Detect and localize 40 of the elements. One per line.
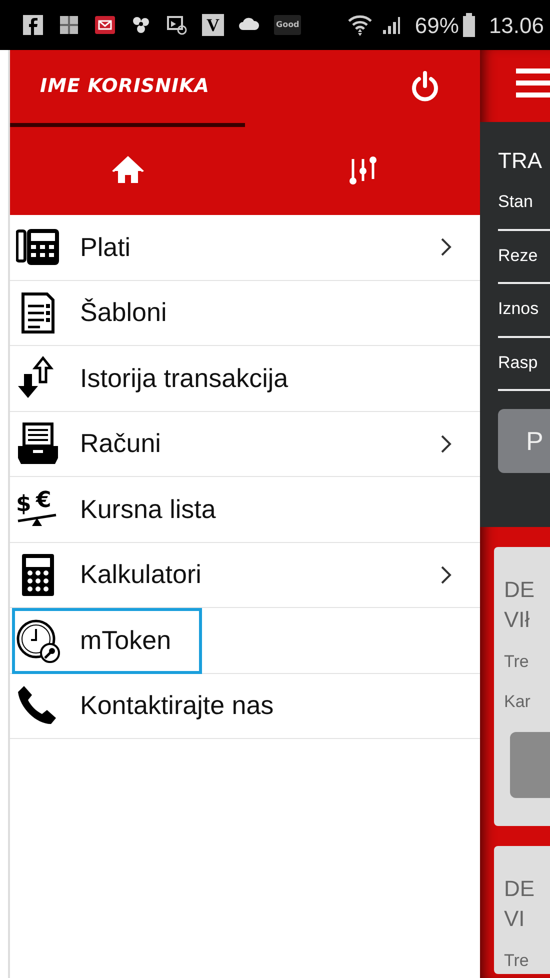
- menu-label: Plati: [80, 230, 132, 264]
- menu-label: mToken: [80, 624, 172, 658]
- menu-item[interactable]: mToken: [12, 608, 202, 674]
- battery-icon: [462, 13, 475, 37]
- email-icon: [166, 14, 188, 36]
- battery-percentage: 69%: [414, 12, 459, 40]
- picture-icon: [58, 14, 80, 36]
- menu-item[interactable]: Kalkulatori: [10, 542, 480, 608]
- signal-icon: [380, 14, 401, 36]
- field-label: Stan: [498, 177, 550, 230]
- facebook-icon: [22, 14, 44, 36]
- file-drawer-icon: [16, 422, 60, 466]
- letter-icon: V: [202, 14, 224, 36]
- flower-icon: [130, 14, 152, 36]
- panel-title: TRA: [498, 147, 543, 175]
- menu-item[interactable]: Kontaktirajte nas: [10, 674, 480, 739]
- card-title: DE VIł: [504, 576, 536, 634]
- power-button[interactable]: [410, 70, 440, 102]
- field-label: Rasp: [498, 338, 550, 391]
- clock-key-icon: [16, 618, 60, 663]
- menu-label: Šabloni: [80, 296, 168, 330]
- menu-item[interactable]: Računi: [10, 412, 480, 477]
- mail-icon: [94, 14, 116, 36]
- clock-time: 13.06: [488, 12, 544, 40]
- menu-label: Kalkulatori: [80, 558, 202, 592]
- menu-icon: [516, 68, 550, 98]
- card-text: Tre: [504, 950, 530, 972]
- card-title: DE VI: [504, 875, 536, 933]
- menu-label: Istorija transakcija: [80, 362, 290, 395]
- field-label: Reze: [498, 230, 550, 284]
- card-text: Tre: [504, 651, 530, 673]
- field-label: Iznos: [498, 284, 550, 338]
- app-icon: Good: [274, 15, 302, 35]
- sliders-icon: [346, 155, 378, 187]
- menu-label: Kursna lista: [80, 492, 217, 526]
- menu-label: Kontaktirajte nas: [80, 689, 275, 722]
- card-text: Kar: [504, 690, 532, 712]
- user-name: IME KORISNIKA: [40, 74, 210, 100]
- menu-label: Računi: [80, 427, 162, 460]
- wifi-icon: [346, 13, 373, 37]
